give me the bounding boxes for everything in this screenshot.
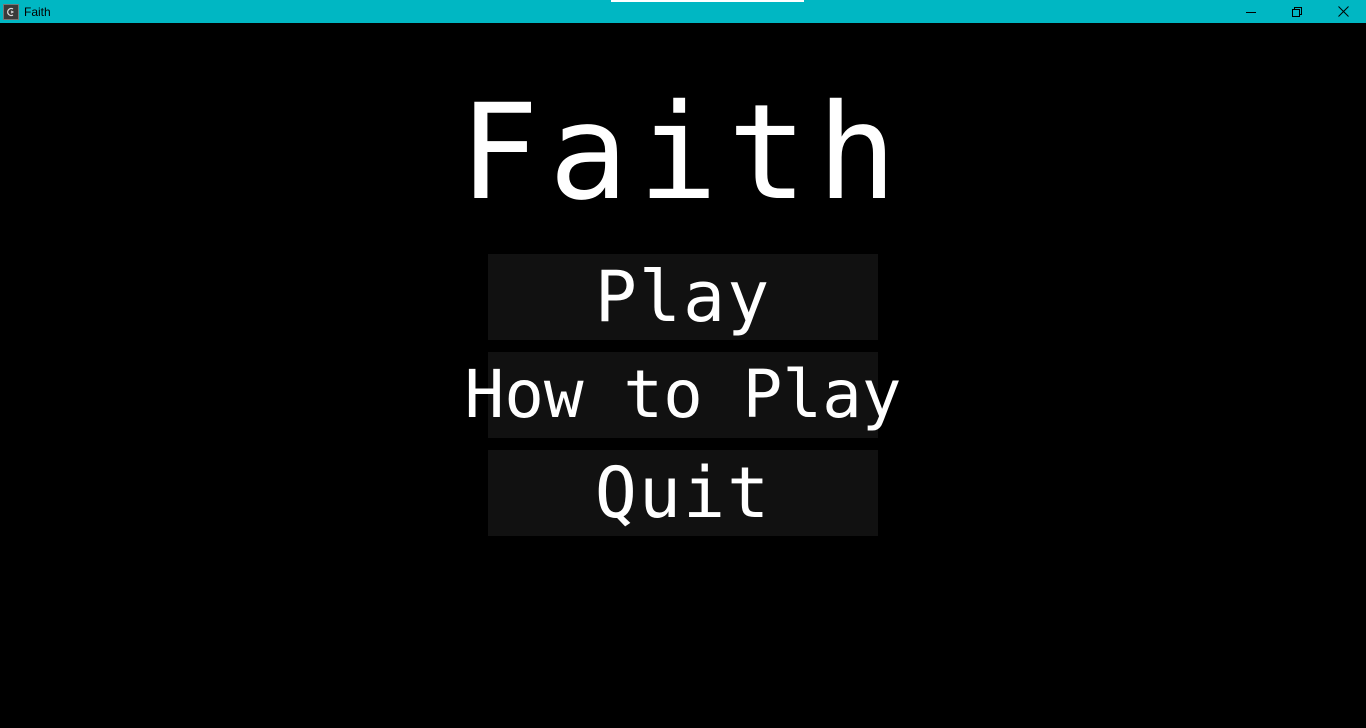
window-title: Faith: [24, 4, 51, 19]
minimize-icon: [1246, 11, 1256, 13]
close-icon: [1337, 6, 1349, 17]
play-button[interactable]: Play: [488, 254, 878, 340]
titlebar-highlight: [611, 0, 804, 2]
restore-icon: [1292, 6, 1302, 17]
restore-button[interactable]: [1274, 0, 1320, 23]
app-icon[interactable]: [3, 3, 19, 20]
window-controls: [1228, 0, 1366, 23]
how-to-play-button[interactable]: How to Play: [464, 352, 902, 438]
close-button[interactable]: [1320, 0, 1366, 23]
game-title: Faith: [459, 76, 907, 230]
quit-button[interactable]: Quit: [488, 450, 878, 536]
minimize-button[interactable]: [1228, 0, 1274, 23]
window-titlebar[interactable]: Faith: [0, 0, 1366, 23]
game-canvas: Faith Play How to Play Quit: [0, 23, 1366, 728]
